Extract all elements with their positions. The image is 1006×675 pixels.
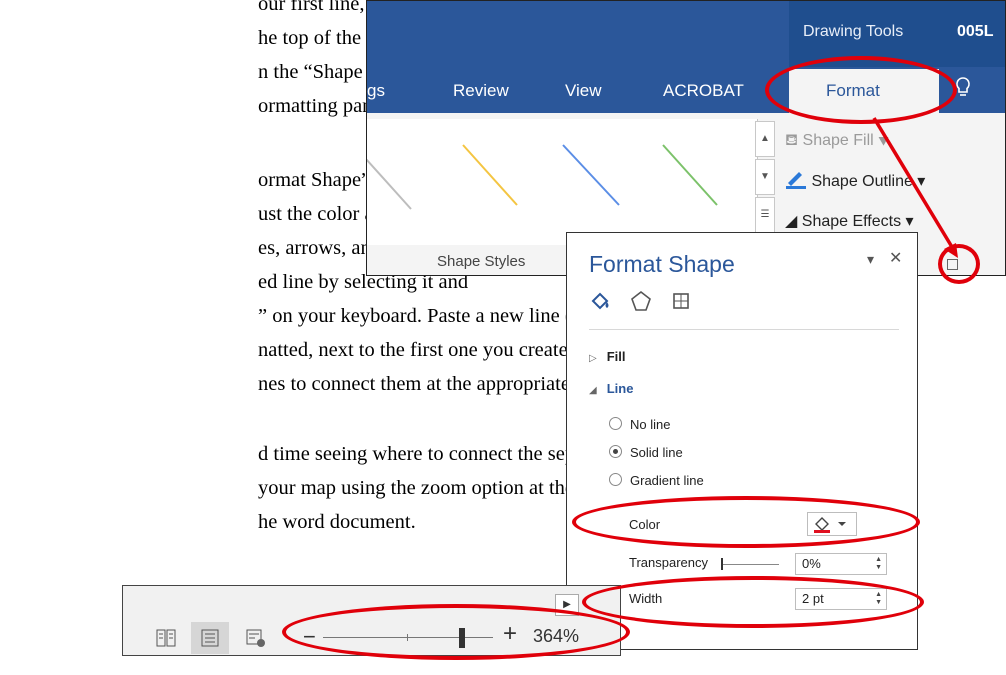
annotation-circle-launcher — [938, 244, 980, 284]
annotation-arrow — [872, 117, 958, 258]
annotation-oval-width — [582, 576, 924, 628]
annotation-oval-color — [572, 496, 920, 548]
annotation-oval-zoom — [282, 604, 630, 660]
